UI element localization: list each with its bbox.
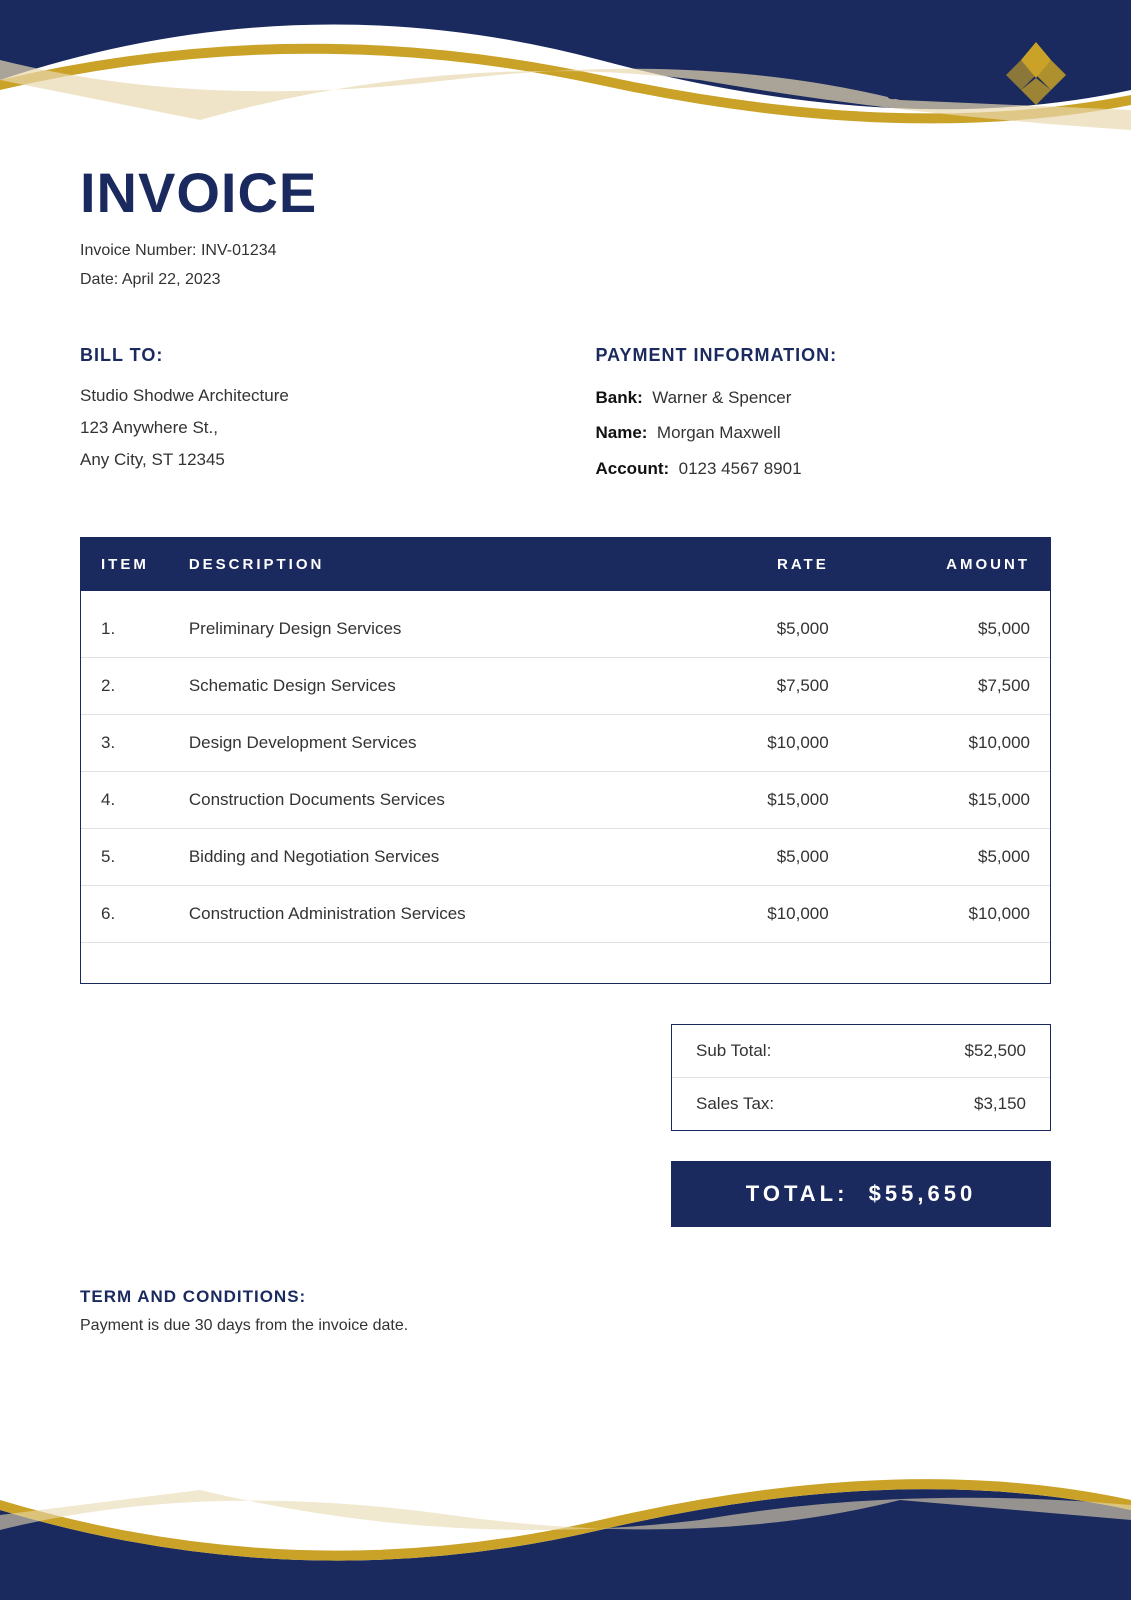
total-bar: TOTAL: $55,650 — [80, 1161, 1051, 1227]
row-amount: $5,000 — [849, 828, 1050, 885]
tax-label: Sales Tax: — [696, 1094, 774, 1114]
row-amount: $5,000 — [849, 591, 1050, 658]
payment-account: Account: 0123 4567 8901 — [596, 451, 1052, 487]
invoice-number-label: Invoice Number: — [80, 242, 197, 259]
bill-to-section: BILL TO: Studio Shodwe Architecture 123 … — [80, 345, 536, 487]
row-description: Construction Administration Services — [169, 885, 684, 942]
bill-to-address1: 123 Anywhere St., — [80, 412, 536, 444]
payment-info-label: PAYMENT INFORMATION: — [596, 345, 1052, 366]
table-row: 4. Construction Documents Services $15,0… — [81, 771, 1050, 828]
company-name: HANOVER & TYKE — [850, 44, 987, 106]
header-description: DESCRIPTION — [169, 538, 684, 591]
invoice-date-label: Date: — [80, 271, 118, 288]
payment-info-section: PAYMENT INFORMATION: Bank: Warner & Spen… — [596, 345, 1052, 487]
table-row: 1. Preliminary Design Services $5,000 $5… — [81, 591, 1050, 658]
row-amount: $7,500 — [849, 657, 1050, 714]
totals-section: Sub Total: $52,500 Sales Tax: $3,150 — [80, 1024, 1051, 1131]
bill-to-company: Studio Shodwe Architecture — [80, 380, 536, 412]
table-row: 5. Bidding and Negotiation Services $5,0… — [81, 828, 1050, 885]
row-description: Preliminary Design Services — [169, 591, 684, 658]
row-amount: $15,000 — [849, 771, 1050, 828]
payment-name: Name: Morgan Maxwell — [596, 415, 1052, 451]
tax-row: Sales Tax: $3,150 — [672, 1078, 1050, 1130]
row-num: 4. — [81, 771, 169, 828]
row-num: 3. — [81, 714, 169, 771]
subtotal-row: Sub Total: $52,500 — [672, 1025, 1050, 1078]
row-description: Schematic Design Services — [169, 657, 684, 714]
company-logo-icon — [1001, 40, 1071, 110]
terms-section: TERM AND CONDITIONS: Payment is due 30 d… — [80, 1287, 1051, 1335]
table-row: 2. Schematic Design Services $7,500 $7,5… — [81, 657, 1050, 714]
table-row: 3. Design Development Services $10,000 $… — [81, 714, 1050, 771]
row-rate: $5,000 — [684, 591, 849, 658]
terms-text: Payment is due 30 days from the invoice … — [80, 1317, 1051, 1335]
payment-bank: Bank: Warner & Spencer — [596, 380, 1052, 416]
billing-section: BILL TO: Studio Shodwe Architecture 123 … — [80, 345, 1051, 487]
row-num: 6. — [81, 885, 169, 942]
subtotal-value: $52,500 — [965, 1041, 1026, 1061]
invoice-date-value: April 22, 2023 — [122, 271, 221, 288]
invoice-table: ITEM DESCRIPTION RATE AMOUNT 1. Prelimin… — [81, 538, 1050, 943]
header-amount: AMOUNT — [849, 538, 1050, 591]
row-rate: $10,000 — [684, 714, 849, 771]
row-description: Design Development Services — [169, 714, 684, 771]
company-logo: HANOVER & TYKE — [850, 40, 1071, 110]
row-num: 2. — [81, 657, 169, 714]
row-description: Bidding and Negotiation Services — [169, 828, 684, 885]
row-rate: $10,000 — [684, 885, 849, 942]
totals-box: Sub Total: $52,500 Sales Tax: $3,150 — [671, 1024, 1051, 1131]
invoice-table-wrapper: ITEM DESCRIPTION RATE AMOUNT 1. Prelimin… — [80, 537, 1051, 984]
row-num: 1. — [81, 591, 169, 658]
header-item: ITEM — [81, 538, 169, 591]
row-rate: $5,000 — [684, 828, 849, 885]
subtotal-label: Sub Total: — [696, 1041, 771, 1061]
invoice-title: INVOICE — [80, 160, 1051, 225]
row-rate: $7,500 — [684, 657, 849, 714]
invoice-number-value: INV-01234 — [201, 242, 277, 259]
bill-to-address2: Any City, ST 12345 — [80, 444, 536, 476]
row-amount: $10,000 — [849, 714, 1050, 771]
invoice-meta: Invoice Number: INV-01234 Date: April 22… — [80, 237, 1051, 295]
terms-title: TERM AND CONDITIONS: — [80, 1287, 1051, 1307]
tax-value: $3,150 — [974, 1094, 1026, 1114]
row-description: Construction Documents Services — [169, 771, 684, 828]
row-num: 5. — [81, 828, 169, 885]
table-header-row: ITEM DESCRIPTION RATE AMOUNT — [81, 538, 1050, 591]
row-rate: $15,000 — [684, 771, 849, 828]
header-rate: RATE — [684, 538, 849, 591]
table-row: 6. Construction Administration Services … — [81, 885, 1050, 942]
total-final-label: TOTAL: $55,650 — [746, 1181, 976, 1206]
total-final-box: TOTAL: $55,650 — [671, 1161, 1051, 1227]
bill-to-label: BILL TO: — [80, 345, 536, 366]
row-amount: $10,000 — [849, 885, 1050, 942]
